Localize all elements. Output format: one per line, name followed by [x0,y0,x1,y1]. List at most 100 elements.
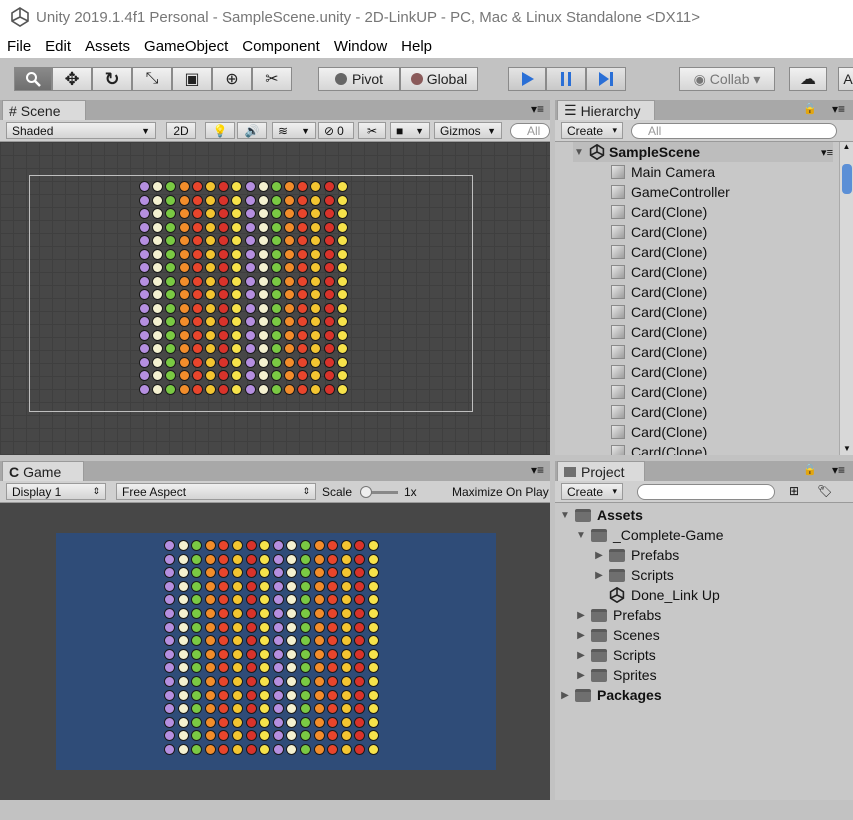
card-tile[interactable] [205,649,215,659]
card-tile[interactable] [273,676,283,686]
card-tile[interactable] [285,209,295,218]
card-tile[interactable] [314,608,324,618]
pivot-toggle[interactable]: Pivot [318,67,400,91]
panel-menu-icon[interactable]: ▾≡ [832,463,845,477]
card-tile[interactable] [260,717,270,727]
hierarchy-search-input[interactable]: All [631,123,837,139]
tree-prefabs[interactable]: ▶ Prefabs [575,605,661,625]
card-tile[interactable] [192,276,202,286]
card-tile[interactable] [192,249,202,259]
card-tile[interactable] [287,704,297,714]
card-tile[interactable] [232,195,242,205]
card-tile[interactable] [311,209,321,218]
card-tile[interactable] [341,717,351,727]
card-tile[interactable] [153,357,163,367]
card-tile[interactable] [245,290,255,299]
card-tile[interactable] [324,344,334,353]
card-tile[interactable] [355,744,365,754]
transform-tool-button[interactable]: ⊕ [212,67,252,91]
card-tile[interactable] [246,663,256,673]
card-tile[interactable] [219,595,229,605]
card-tile[interactable] [219,744,229,754]
card-tile[interactable] [192,357,202,367]
card-tile[interactable] [311,182,321,191]
hierarchy-item[interactable]: Card(Clone) [611,382,707,402]
card-tile[interactable] [178,581,188,591]
card-tile[interactable] [300,663,310,673]
account-dropdown[interactable]: A [838,67,853,91]
card-tile[interactable] [355,622,365,632]
card-tile[interactable] [355,595,365,605]
card-tile[interactable] [153,222,163,232]
card-tile[interactable] [166,236,176,245]
card-tile[interactable] [341,622,351,632]
card-tile[interactable] [314,744,324,754]
card-tile[interactable] [140,384,149,394]
card-tile[interactable] [245,182,255,191]
card-tile[interactable] [165,731,174,741]
expand-arrow-icon[interactable]: ▼ [573,147,585,158]
card-tile[interactable] [245,249,255,259]
card-tile[interactable] [165,744,174,754]
card-tile[interactable] [179,357,189,367]
card-tile[interactable] [179,195,189,205]
card-tile[interactable] [219,209,229,218]
card-tile[interactable] [246,554,256,564]
card-tile[interactable] [232,263,242,272]
card-tile[interactable] [245,195,255,205]
card-tile[interactable] [179,290,189,299]
card-tile[interactable] [328,690,338,700]
card-tile[interactable] [205,690,215,700]
card-tile[interactable] [314,636,324,646]
lock-icon[interactable]: 🔒 [803,102,817,115]
tree-sprites[interactable]: ▶ Sprites [575,665,656,685]
card-tile[interactable] [219,357,229,367]
card-tile[interactable] [271,290,281,299]
card-tile[interactable] [166,344,176,353]
panel-menu-icon[interactable]: ▾≡ [531,463,544,477]
card-tile[interactable] [300,595,310,605]
play-button[interactable] [508,67,546,91]
card-tile[interactable] [205,608,215,618]
card-tile[interactable] [260,541,270,550]
card-tile[interactable] [165,581,174,591]
card-tile[interactable] [245,330,255,340]
card-tile[interactable] [311,330,321,340]
card-tile[interactable] [232,744,242,754]
tree-cg-scripts[interactable]: ▶ Scripts [593,565,674,585]
card-tile[interactable] [178,568,188,578]
card-tile[interactable] [179,276,189,286]
collapse-arrow-icon[interactable]: ▶ [575,670,587,681]
card-tile[interactable] [258,344,268,353]
card-tile[interactable] [273,622,283,632]
card-tile[interactable] [298,209,308,218]
card-tile[interactable] [219,249,229,259]
card-tile[interactable] [205,195,215,205]
card-tile[interactable] [287,744,297,754]
card-tile[interactable] [179,303,189,313]
card-tile[interactable] [165,554,174,564]
card-tile[interactable] [178,541,188,550]
card-tile[interactable] [300,541,310,550]
menu-file[interactable]: File [7,38,31,55]
card-tile[interactable] [341,676,351,686]
hidden-objects-toggle[interactable]: ⊘ 0 [318,122,354,139]
collab-dropdown[interactable]: ◉ Collab ▾ [679,67,775,91]
card-tile[interactable] [298,303,308,313]
card-tile[interactable] [285,195,295,205]
card-tile[interactable] [192,330,202,340]
card-tile[interactable] [311,357,321,367]
card-tile[interactable] [314,704,324,714]
menu-gameobject[interactable]: GameObject [144,38,228,55]
card-tile[interactable] [192,690,202,700]
menu-assets[interactable]: Assets [85,38,130,55]
search-by-type-icon[interactable]: ⊞ [789,484,799,498]
card-tile[interactable] [192,595,202,605]
card-tile[interactable] [285,317,295,326]
card-tile[interactable] [178,595,188,605]
card-tile[interactable] [258,317,268,326]
card-tile[interactable] [219,195,229,205]
card-tile[interactable] [285,236,295,245]
audio-toggle[interactable]: 🔊 [237,122,267,139]
card-tile[interactable] [219,290,229,299]
